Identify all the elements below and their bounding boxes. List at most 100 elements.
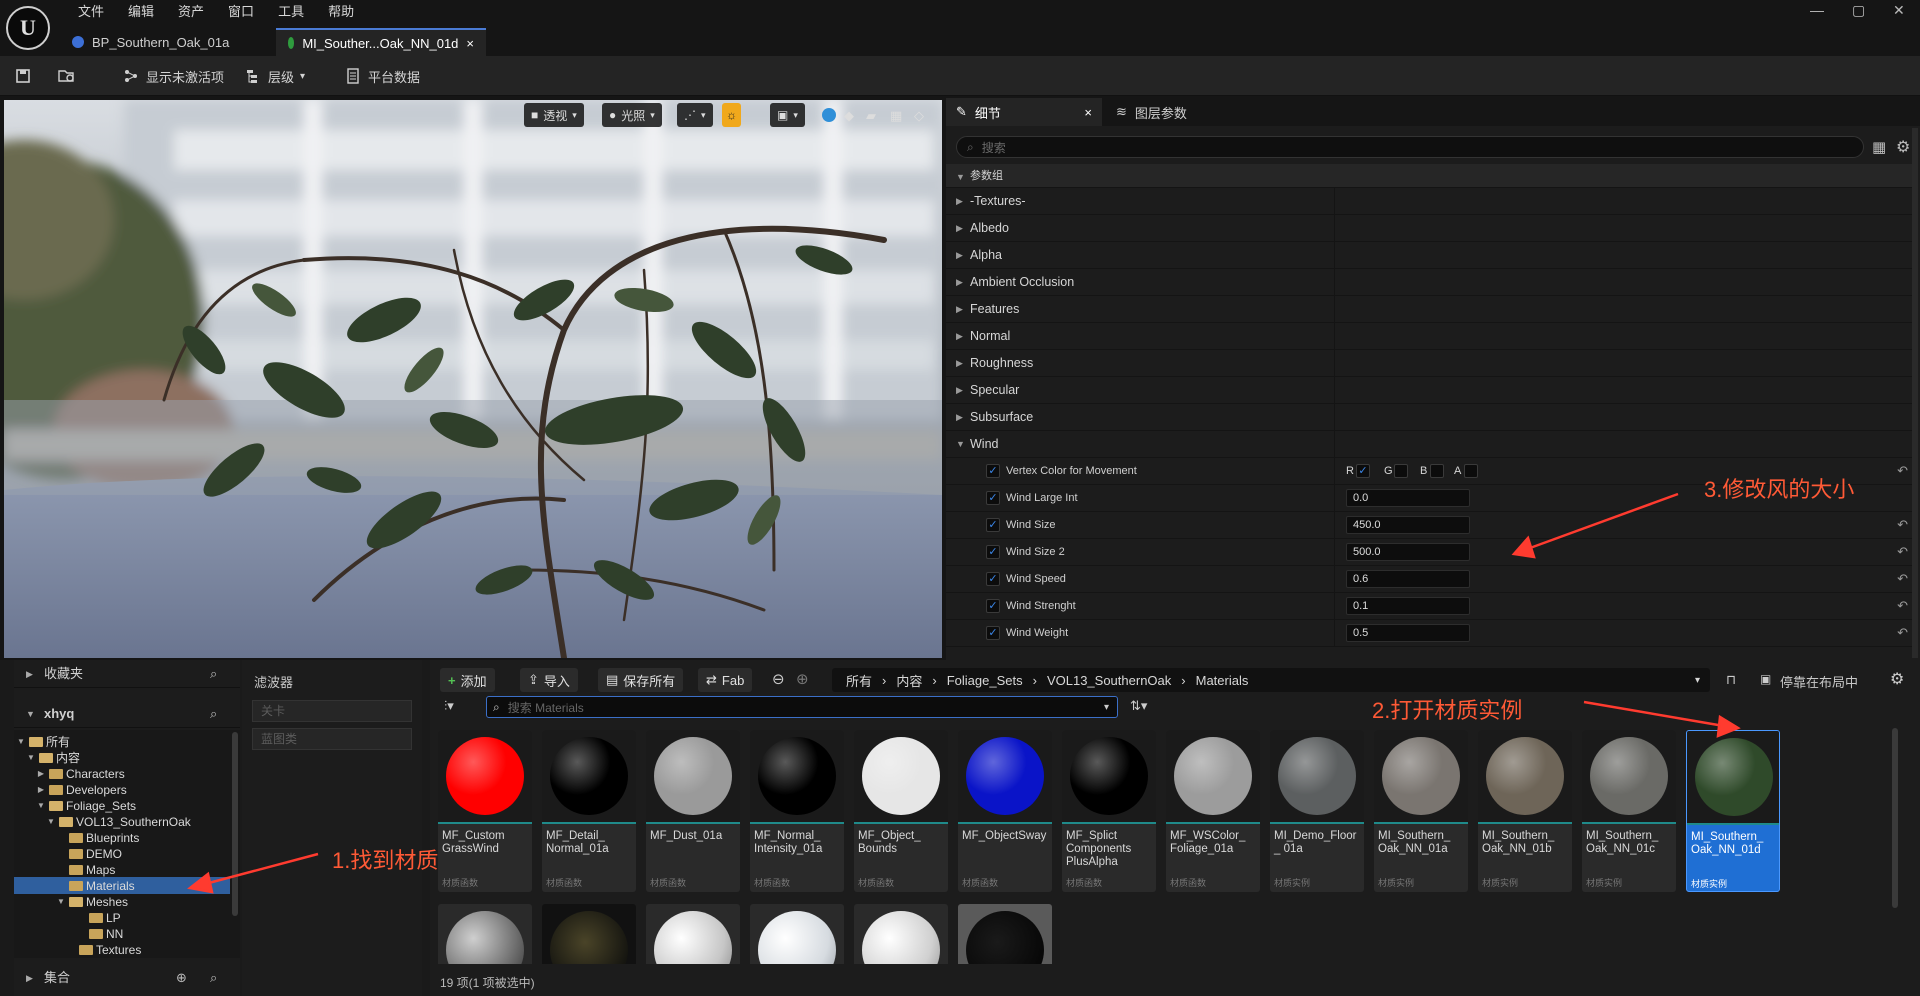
asset-tile[interactable]: MI_Southern_ Oak_NN_01a 材质实例 [1374, 730, 1468, 892]
asset-tile[interactable]: MF_Splict Components PlusAlpha 材质函数 [1062, 730, 1156, 892]
project-header[interactable]: ▼ xhyq ⌕ [14, 700, 240, 728]
sort-icon[interactable]: ⇅▾ [1130, 698, 1147, 714]
tree-all[interactable]: ▼ 所有 [16, 734, 70, 750]
override-checkbox[interactable]: ✓ [986, 518, 1000, 532]
perspective-dropdown[interactable]: ■ 透视 ▾ [524, 103, 584, 127]
wind-strenght-field[interactable]: 0.1 [1346, 597, 1470, 615]
preview-mesh-dropdown[interactable]: ▣ ▾ [770, 103, 805, 127]
tab-mi-southern-oak[interactable]: MI_Souther...Oak_NN_01d × [276, 28, 486, 56]
group-subsurface[interactable]: ▶ Subsurface [946, 404, 1912, 431]
import-button[interactable]: ⇪ 导入 [520, 668, 578, 692]
filter-blueprint-class[interactable]: 蓝图类 [252, 728, 412, 750]
show-flags-dropdown[interactable]: ⋰ ▾ [677, 103, 713, 127]
asset-tile[interactable] [958, 904, 1052, 964]
tree-content[interactable]: ▼ 内容 [26, 750, 80, 766]
reset-arrow-icon[interactable]: ↶ [1897, 593, 1908, 619]
channel-r-checkbox[interactable]: ✓ [1356, 464, 1370, 478]
save-button[interactable] [14, 56, 32, 96]
plane-preview-icon[interactable]: ▰ [866, 108, 876, 124]
forward-icon[interactable]: ⊕ [796, 670, 809, 688]
tab-details[interactable]: ✎ 细节 × [946, 98, 1102, 126]
mesh-preview-icon[interactable]: ◇ [914, 108, 924, 124]
gear-icon[interactable]: ⚙ [1896, 137, 1910, 157]
wind-size-field[interactable]: 450.0 [1346, 516, 1470, 534]
asset-tile[interactable]: MF_Custom GrassWind 材质函数 [438, 730, 532, 892]
back-icon[interactable]: ⊖ [772, 670, 785, 688]
search-icon[interactable]: ⌕ [210, 964, 217, 992]
maximize-button[interactable]: ▢ [1852, 2, 1865, 19]
details-scrollbar[interactable] [1912, 128, 1918, 658]
asset-tile[interactable]: MF_Dust_01a 材质函数 [646, 730, 740, 892]
channel-g-checkbox[interactable] [1394, 464, 1408, 478]
wind-size-2-field[interactable]: 500.0 [1346, 543, 1470, 561]
override-checkbox[interactable]: ✓ [986, 545, 1000, 559]
save-all-button[interactable]: ▤ 保存所有 [598, 668, 684, 692]
close-tab-icon[interactable]: × [466, 36, 474, 51]
override-checkbox[interactable]: ✓ [986, 599, 1000, 613]
search-icon[interactable]: ⌕ [210, 660, 217, 688]
tree-developers[interactable]: ▶ Developers [36, 782, 127, 798]
asset-tile[interactable]: MF_Normal_ Intensity_01a 材质函数 [750, 730, 844, 892]
param-group-header[interactable]: ▼ 参数组 [946, 164, 1912, 188]
tree-scrollbar[interactable] [232, 732, 238, 916]
asset-tile[interactable]: MF_Object_ Bounds 材质函数 [854, 730, 948, 892]
asset-tile[interactable]: MF_Detail_ Normal_01a 材质函数 [542, 730, 636, 892]
wind-weight-field[interactable]: 0.5 [1346, 624, 1470, 642]
group-features[interactable]: ▶ Features [946, 296, 1912, 323]
cube-preview-icon[interactable]: ▦ [890, 108, 902, 124]
tree-foliage-sets[interactable]: ▼ Foliage_Sets [36, 798, 136, 814]
vertex-color-checkbox[interactable]: ✓ [986, 464, 1000, 478]
tab-layer-params[interactable]: ≋ 图层参数 [1106, 98, 1197, 126]
favorites-header[interactable]: ▶ 收藏夹 ⌕ [14, 660, 240, 688]
group-textures[interactable]: ▶ -Textures- [946, 188, 1912, 215]
wind-speed-field[interactable]: 0.6 [1346, 570, 1470, 588]
menu-help[interactable]: 帮助 [316, 2, 366, 22]
override-checkbox[interactable]: ✓ [986, 572, 1000, 586]
channel-a-checkbox[interactable] [1464, 464, 1478, 478]
tab-bp-southern-oak[interactable]: BP_Southern_Oak_01a [60, 28, 274, 56]
cylinder-preview-icon[interactable]: ◆ [844, 108, 854, 124]
browse-button[interactable] [58, 56, 76, 96]
asset-tile[interactable]: MI_Southern_ Oak_NN_01b 材质实例 [1478, 730, 1572, 892]
fab-button[interactable]: ⇄ Fab [698, 668, 753, 692]
channel-b-checkbox[interactable] [1430, 464, 1444, 478]
asset-grid-scrollbar[interactable] [1892, 728, 1898, 908]
override-checkbox[interactable]: ✓ [986, 491, 1000, 505]
tree-characters[interactable]: ▶ Characters [36, 766, 125, 782]
collections-header[interactable]: ▶ 集合 ⊕ ⌕ [14, 964, 240, 992]
lighting-dropdown[interactable]: ● 光照 ▾ [602, 103, 662, 127]
group-roughness[interactable]: ▶ Roughness [946, 350, 1912, 377]
filter-level[interactable]: 关卡 [252, 700, 412, 722]
menu-asset[interactable]: 资产 [166, 2, 216, 22]
gear-icon[interactable]: ⚙ [1890, 669, 1904, 689]
override-checkbox[interactable]: ✓ [986, 626, 1000, 640]
menu-window[interactable]: 窗口 [216, 2, 266, 22]
sphere-preview-icon[interactable] [822, 108, 836, 122]
asset-tile[interactable] [750, 904, 844, 964]
group-specular[interactable]: ▶ Specular [946, 377, 1912, 404]
tree-blueprints[interactable]: Blueprints [56, 830, 139, 846]
add-collection-icon[interactable]: ⊕ [176, 964, 187, 992]
platform-data-button[interactable]: 平台数据 [344, 56, 420, 96]
asset-tile[interactable] [438, 904, 532, 964]
breadcrumb-materials[interactable]: Materials [1196, 673, 1249, 688]
search-icon[interactable]: ⌕ [210, 700, 217, 728]
grid-view-icon[interactable]: ▦ [1872, 138, 1886, 156]
material-preview-viewport[interactable] [4, 100, 942, 658]
breadcrumb-vol13[interactable]: VOL13_SouthernOak [1047, 673, 1171, 688]
hierarchy-dropdown[interactable]: 层级 ▾ [244, 56, 305, 96]
asset-tile[interactable]: MF_ObjectSway 材质函数 [958, 730, 1052, 892]
group-albedo[interactable]: ▶ Albedo [946, 215, 1912, 242]
asset-tile[interactable] [646, 904, 740, 964]
unreal-logo[interactable]: U [6, 6, 50, 50]
reset-arrow-icon[interactable]: ↶ [1897, 539, 1908, 565]
dock-in-layout-button[interactable]: 停靠在布局中 [1780, 672, 1858, 691]
realtime-toggle[interactable]: ☼ [722, 103, 741, 127]
group-normal[interactable]: ▶ Normal [946, 323, 1912, 350]
asset-tile[interactable]: MF_WSColor_ Foliage_01a 材质函数 [1166, 730, 1260, 892]
menu-edit[interactable]: 编辑 [116, 2, 166, 22]
tree-lp[interactable]: LP [76, 910, 121, 926]
asset-tile[interactable] [542, 904, 636, 964]
tree-maps[interactable]: Maps [56, 862, 115, 878]
breadcrumb-foliage-sets[interactable]: Foliage_Sets [947, 673, 1023, 688]
